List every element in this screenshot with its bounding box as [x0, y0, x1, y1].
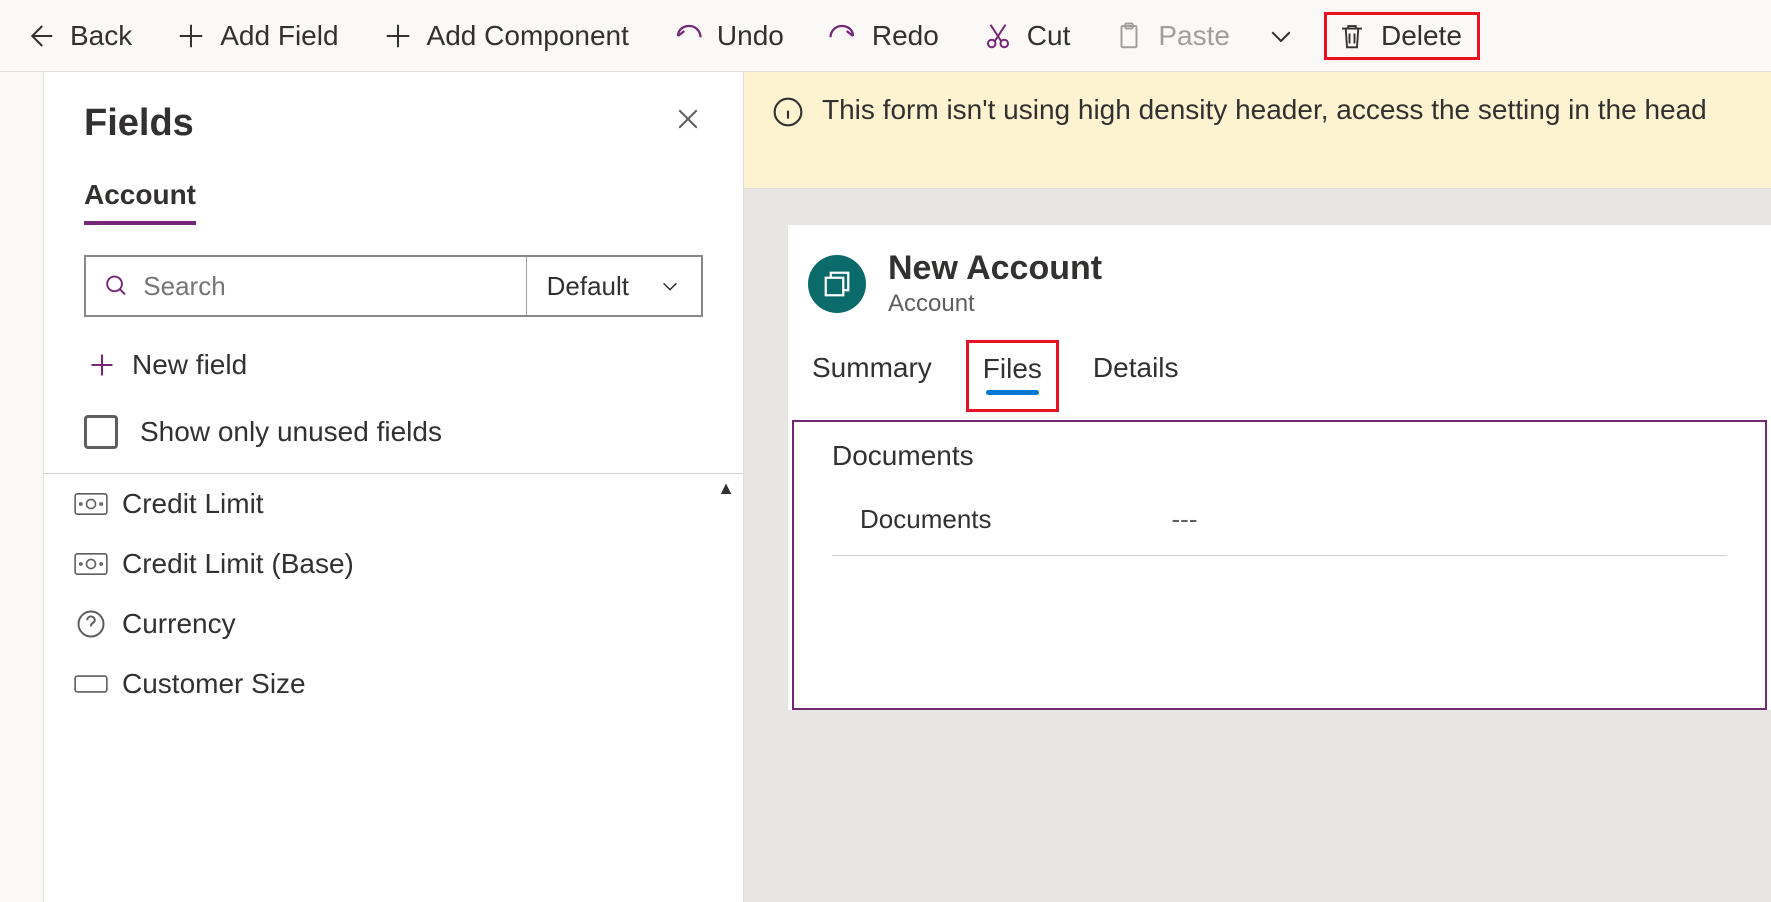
- entity-tab-account[interactable]: Account: [84, 179, 196, 225]
- form-body-section[interactable]: Documents Documents ---: [792, 420, 1767, 710]
- documents-row[interactable]: Documents ---: [832, 496, 1727, 556]
- redo-icon: [828, 21, 858, 51]
- search-input[interactable]: [143, 271, 507, 302]
- form-card: New Account Account Summary Files Detail…: [788, 225, 1771, 710]
- add-component-label: Add Component: [427, 20, 629, 52]
- plus-icon: [176, 21, 206, 51]
- unused-fields-checkbox[interactable]: [84, 415, 118, 449]
- add-component-button[interactable]: Add Component: [365, 12, 647, 60]
- scissors-icon: [983, 21, 1013, 51]
- redo-label: Redo: [872, 20, 939, 52]
- fields-panel: Fields Account Default New field: [44, 72, 744, 902]
- new-field-button[interactable]: New field: [84, 349, 703, 381]
- tab-files[interactable]: Files: [979, 347, 1046, 399]
- filter-dropdown[interactable]: Default: [527, 257, 701, 315]
- paste-dropdown-button[interactable]: [1256, 13, 1306, 59]
- form-title: New Account: [888, 249, 1102, 288]
- search-icon: [104, 272, 129, 300]
- entity-icon: [822, 269, 852, 299]
- undo-icon: [673, 21, 703, 51]
- form-header: New Account Account: [788, 225, 1771, 334]
- row-value: ---: [1172, 504, 1198, 535]
- cut-label: Cut: [1027, 20, 1071, 52]
- plus-icon: [88, 351, 116, 379]
- cut-button[interactable]: Cut: [965, 12, 1089, 60]
- currency-icon: [74, 549, 108, 579]
- unused-fields-label: Show only unused fields: [140, 416, 442, 448]
- chevron-down-icon: [659, 275, 681, 297]
- info-icon: [772, 96, 804, 128]
- back-arrow-icon: [26, 21, 56, 51]
- filter-label: Default: [547, 271, 629, 302]
- form-subtitle: Account: [888, 290, 1102, 318]
- paste-label: Paste: [1158, 20, 1230, 52]
- form-tabs: Summary Files Details: [788, 334, 1771, 412]
- field-search[interactable]: [86, 257, 527, 315]
- scroll-up-button[interactable]: ▲: [717, 478, 735, 499]
- delete-button[interactable]: Delete: [1324, 12, 1480, 60]
- tab-files-highlight: Files: [966, 340, 1059, 412]
- field-item-currency[interactable]: Currency: [44, 594, 743, 654]
- canvas-area: This form isn't using high density heade…: [744, 72, 1771, 902]
- tab-details[interactable]: Details: [1089, 346, 1183, 412]
- left-rail: [0, 72, 44, 902]
- unused-fields-row: Show only unused fields: [84, 415, 703, 449]
- field-list: ▲ Credit Limit Credit Limit (Base) Curre…: [44, 473, 743, 714]
- currency-icon: [74, 489, 108, 519]
- tab-summary[interactable]: Summary: [808, 346, 936, 412]
- close-icon: [673, 104, 703, 134]
- info-banner-text: This form isn't using high density heade…: [822, 94, 1707, 126]
- field-search-row: Default: [84, 255, 703, 317]
- undo-button[interactable]: Undo: [655, 12, 802, 60]
- paste-button: Paste: [1096, 12, 1248, 60]
- field-item-credit-limit[interactable]: Credit Limit: [44, 474, 743, 534]
- option-icon: [74, 669, 108, 699]
- chevron-down-icon: [1266, 21, 1296, 51]
- toolbar: Back Add Field Add Component Undo Redo C…: [0, 0, 1771, 72]
- field-label: Currency: [122, 608, 236, 640]
- help-icon: [74, 609, 108, 639]
- field-label: Customer Size: [122, 668, 306, 700]
- section-title: Documents: [832, 440, 1727, 472]
- clipboard-icon: [1114, 21, 1144, 51]
- close-panel-button[interactable]: [673, 104, 703, 143]
- field-label: Credit Limit (Base): [122, 548, 354, 580]
- back-label: Back: [70, 20, 132, 52]
- delete-label: Delete: [1381, 20, 1462, 52]
- row-label: Documents: [860, 504, 992, 535]
- undo-label: Undo: [717, 20, 784, 52]
- redo-button[interactable]: Redo: [810, 12, 957, 60]
- fields-panel-title: Fields: [84, 102, 194, 145]
- field-item-credit-limit-base[interactable]: Credit Limit (Base): [44, 534, 743, 594]
- trash-icon: [1337, 21, 1367, 51]
- add-field-button[interactable]: Add Field: [158, 12, 356, 60]
- back-button[interactable]: Back: [8, 12, 150, 60]
- new-field-label: New field: [132, 349, 247, 381]
- add-field-label: Add Field: [220, 20, 338, 52]
- plus-icon: [383, 21, 413, 51]
- info-banner: This form isn't using high density heade…: [744, 72, 1771, 189]
- entity-avatar: [808, 255, 866, 313]
- field-item-customer-size[interactable]: Customer Size: [44, 654, 743, 714]
- field-label: Credit Limit: [122, 488, 264, 520]
